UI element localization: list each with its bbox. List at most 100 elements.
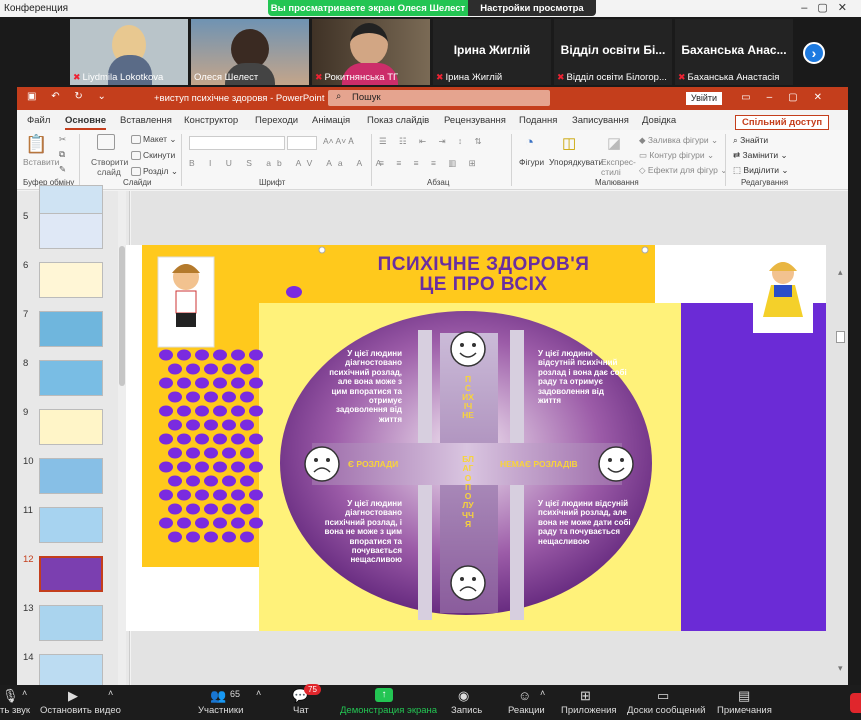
- new-slide-icon[interactable]: [97, 134, 117, 150]
- record-icon[interactable]: ◉: [458, 688, 469, 704]
- tab-home[interactable]: Основне: [65, 115, 107, 130]
- chat-button[interactable]: Чат: [293, 705, 309, 716]
- reactions-icon[interactable]: ☺: [518, 688, 531, 703]
- video-camera-icon[interactable]: ▶: [68, 688, 78, 704]
- reactions-button[interactable]: Реакции: [508, 705, 545, 716]
- chevron-up-icon[interactable]: ˄: [540, 688, 545, 698]
- format-painter-icon[interactable]: ✎: [59, 164, 66, 175]
- participant-tile[interactable]: Відділ освіти Бі... ✖ Відділ освіти Білог…: [554, 19, 672, 85]
- apps-button[interactable]: Приложения: [561, 705, 617, 716]
- font-size-select[interactable]: [287, 136, 317, 150]
- new-slide-button[interactable]: Створити слайд: [91, 157, 128, 177]
- tab-file[interactable]: Файл: [27, 115, 50, 126]
- slide-thumbnail[interactable]: 10: [17, 456, 127, 502]
- tab-design[interactable]: Конструктор: [184, 115, 238, 126]
- list-icons[interactable]: ☰ ☷ ⇤ ⇥ ↕ ⇅: [379, 136, 487, 147]
- section-button[interactable]: Розділ ⌄: [131, 166, 178, 177]
- thumbnails-scrollbar[interactable]: [118, 191, 126, 685]
- copy-icon[interactable]: ⧉: [59, 149, 65, 160]
- end-meeting-button[interactable]: [850, 693, 861, 713]
- slide-number: 6: [23, 260, 29, 271]
- slide-thumbnail[interactable]: 11: [17, 505, 127, 551]
- view-settings-button[interactable]: Настройки просмотра: [468, 0, 596, 16]
- whiteboards-button[interactable]: Доски сообщений: [627, 705, 705, 716]
- apps-icon[interactable]: ⊞: [580, 688, 591, 704]
- decorative-dot: [159, 349, 173, 361]
- tab-animations[interactable]: Анімація: [312, 115, 350, 126]
- record-button[interactable]: Запись: [451, 705, 482, 716]
- select-button[interactable]: ⬚ Виділити ⌄: [733, 165, 789, 176]
- slide-thumbnail[interactable]: 9: [17, 407, 127, 453]
- slide-thumbnail[interactable]: 5: [17, 211, 127, 257]
- arrange-icon[interactable]: ◫: [562, 134, 576, 152]
- notes-button[interactable]: Примечания: [717, 705, 772, 716]
- chevron-up-icon[interactable]: ˄: [256, 688, 261, 698]
- paste-button[interactable]: Вставити: [23, 157, 59, 167]
- quick-styles-button[interactable]: Експрес-стилі: [601, 157, 637, 177]
- ribbon-tabs: Файл Основне Вставлення Конструктор Пере…: [17, 110, 848, 130]
- shape-effects-button[interactable]: ◇ Ефекти для фігур ⌄: [639, 165, 727, 176]
- decorative-dot: [240, 391, 254, 403]
- tab-help[interactable]: Довідка: [642, 115, 676, 126]
- shapes-button[interactable]: Фігури: [519, 157, 544, 167]
- participants-icon[interactable]: 👥: [210, 688, 226, 704]
- chevron-up-icon[interactable]: ˄: [22, 688, 27, 698]
- ppt-window-controls[interactable]: ▭–▢✕: [741, 92, 838, 103]
- shape-outline-button[interactable]: ▭ Контур фігури ⌄: [639, 150, 714, 161]
- sign-in-button[interactable]: Увійти: [686, 92, 722, 105]
- tab-transitions[interactable]: Переходи: [255, 115, 298, 126]
- scrollbar-thumb[interactable]: [119, 246, 125, 386]
- layout-button[interactable]: Макет ⌄: [131, 134, 177, 145]
- share-screen-button[interactable]: Демонстрация экрана: [340, 705, 437, 716]
- font-name-select[interactable]: [189, 136, 285, 150]
- participant-tile[interactable]: Ірина Жиглій ✖ Ірина Жиглій: [433, 19, 551, 85]
- shapes-icon[interactable]: ◔: [525, 134, 534, 151]
- quick-styles-icon[interactable]: ◪: [607, 134, 621, 152]
- notes-icon[interactable]: ▤: [738, 688, 750, 704]
- font-grow-icon[interactable]: A˄ A˅ Ꭺ: [323, 136, 354, 147]
- whiteboards-icon[interactable]: ▭: [657, 688, 669, 704]
- participant-tile[interactable]: Олеся Шелест: [191, 19, 309, 85]
- scroll-down-arrow-icon[interactable]: ▾: [838, 663, 843, 674]
- decorative-dot: [186, 447, 200, 459]
- arrange-button[interactable]: Упорядкувати: [549, 157, 603, 167]
- shape-fill-button[interactable]: ◆ Заливка фігури ⌄: [639, 135, 718, 146]
- cut-icon[interactable]: ✂: [59, 134, 66, 145]
- slide-thumbnail[interactable]: 12: [17, 554, 127, 600]
- slide-thumbnail[interactable]: 6: [17, 260, 127, 306]
- zoom-toolbar: 🎙 ть звук ˄ ▶ Остановить видео ˄ 👥 65 Уч…: [0, 684, 861, 720]
- font-format-icons[interactable]: B I U S ab AV Aa A A: [189, 158, 387, 168]
- tab-insert[interactable]: Вставлення: [120, 115, 172, 126]
- participant-strip: ✖ Liydmila Lokotkova Олеся Шелест ✖ Рокитн…: [0, 17, 861, 87]
- next-page-arrow-icon[interactable]: ›: [803, 42, 825, 64]
- participants-button[interactable]: Участники: [198, 705, 243, 716]
- microphone-icon[interactable]: 🎙: [2, 688, 19, 704]
- participant-tile[interactable]: Баханська Анас... ✖ Баханська Анастасія: [675, 19, 793, 85]
- participant-tile[interactable]: ✖ Liydmila Lokotkova: [70, 19, 188, 85]
- tab-recording[interactable]: Записування: [572, 115, 629, 126]
- find-button[interactable]: ⌕ Знайти: [733, 135, 768, 146]
- canvas-scrollbar-thumb[interactable]: [836, 331, 845, 343]
- slide-thumbnail[interactable]: 13: [17, 603, 127, 649]
- replace-button[interactable]: ⇄ Замінити ⌄: [733, 150, 788, 161]
- slide-thumbnail[interactable]: 8: [17, 358, 127, 404]
- chevron-up-icon[interactable]: ˄: [108, 688, 113, 698]
- share-screen-icon[interactable]: ↑: [375, 688, 393, 702]
- ppt-search-input[interactable]: ⌕ Пошук: [328, 90, 550, 106]
- share-button[interactable]: Спільний доступ: [735, 115, 830, 130]
- paste-icon[interactable]: 📋: [25, 134, 47, 155]
- align-icons[interactable]: ≡ ≡ ≡ ≡ ▥ ⊞: [379, 158, 481, 169]
- participant-tile[interactable]: ✖ Рокитнянська ТГ: [312, 19, 430, 85]
- slide-thumbnail[interactable]: 7: [17, 309, 127, 355]
- tab-slideshow[interactable]: Показ слайдів: [367, 115, 429, 126]
- audio-button[interactable]: ть звук: [0, 705, 30, 716]
- stop-video-button[interactable]: Остановить видео: [40, 705, 121, 716]
- tab-view[interactable]: Подання: [519, 115, 557, 126]
- reset-button[interactable]: Скинути: [131, 150, 175, 161]
- slide-12[interactable]: ПСИХІЧНЕ ЗДОРОВ'Я ЦЕ ПРО ВСІХ ПСИХІЧНЕ Б…: [126, 245, 826, 631]
- decorative-dot: [159, 489, 173, 501]
- tab-review[interactable]: Рецензування: [444, 115, 506, 126]
- quick-access-toolbar[interactable]: ▣ ↶ ↻ ⌄: [27, 91, 112, 102]
- scroll-up-arrow-icon[interactable]: ▴: [838, 267, 843, 278]
- window-controls[interactable]: –▢✕: [801, 1, 857, 14]
